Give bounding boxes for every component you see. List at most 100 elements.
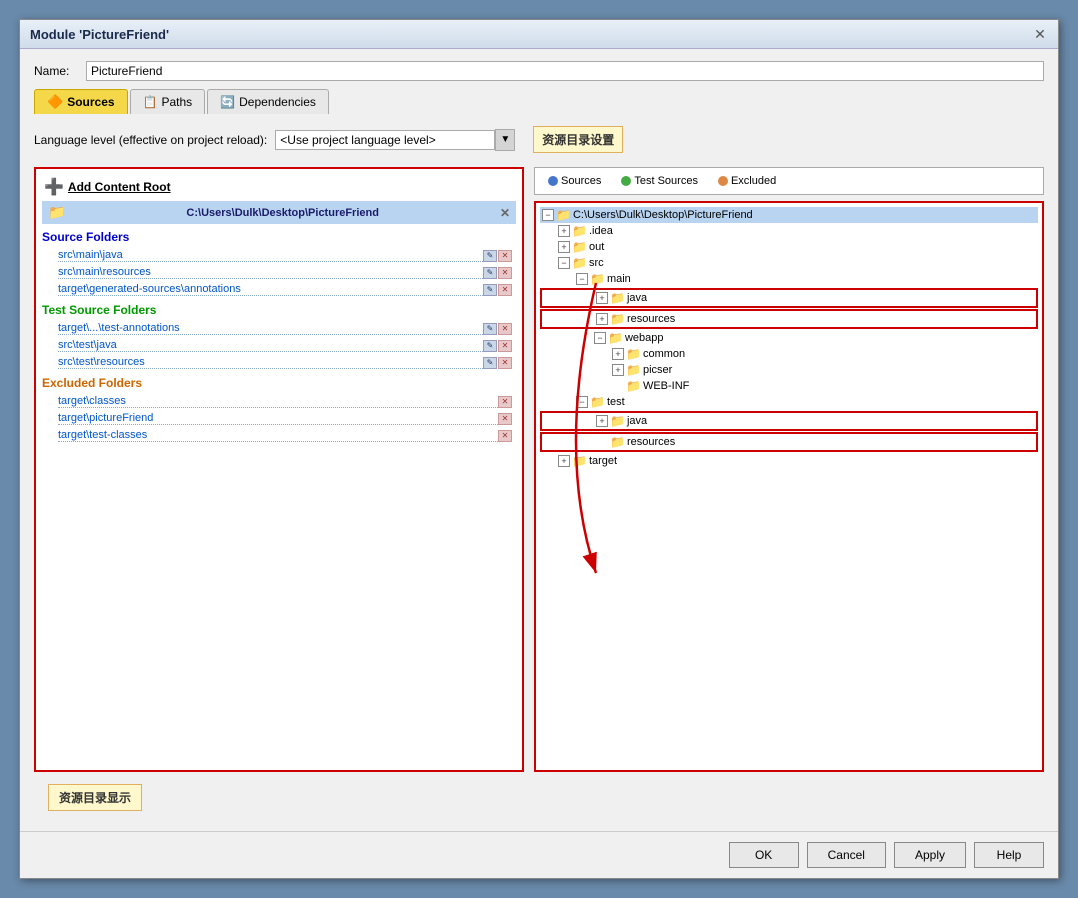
- source-folder-0-remove-icon[interactable]: ✕: [498, 250, 512, 262]
- tree-row[interactable]: 📁 WEB-INF: [540, 378, 1038, 394]
- excluded-folder-1-remove-icon[interactable]: ✕: [498, 413, 512, 425]
- tree-row[interactable]: − 📁 src: [540, 255, 1038, 271]
- tree-row[interactable]: 📁 resources: [540, 432, 1038, 452]
- folder-icon: 📁: [626, 363, 641, 377]
- tree-expand-src[interactable]: −: [558, 257, 570, 269]
- tree-row[interactable]: + 📁 out: [540, 239, 1038, 255]
- tree-expand-target[interactable]: +: [558, 455, 570, 467]
- source-folder-0-icons: ✎ ✕: [483, 250, 512, 262]
- test-folder-2-icons: ✎ ✕: [483, 357, 512, 369]
- tree-expand-test[interactable]: −: [576, 396, 588, 408]
- excluded-folder-0-icons: ✕: [498, 396, 512, 408]
- tree-row[interactable]: − 📁 webapp: [540, 330, 1038, 346]
- tree-label-out: out: [589, 241, 604, 253]
- root-path-text: C:\Users\Dulk\Desktop\PictureFriend: [186, 207, 379, 219]
- close-button[interactable]: ✕: [1032, 26, 1048, 42]
- apply-button[interactable]: Apply: [894, 842, 966, 868]
- test-folder-1: src\test\java: [58, 339, 483, 352]
- folder-icon: 📁: [572, 256, 587, 270]
- tree-row[interactable]: + 📁 java: [540, 288, 1038, 308]
- list-item: target\generated-sources\annotations ✎ ✕: [42, 282, 516, 297]
- tree-row[interactable]: − 📁 main: [540, 271, 1038, 287]
- tree-expand-picser[interactable]: +: [612, 364, 624, 376]
- add-content-root-btn[interactable]: ➕ Add Content Root: [42, 175, 516, 199]
- tab-paths[interactable]: 📋 Paths: [130, 89, 206, 114]
- tree-panel[interactable]: − 📁 C:\Users\Dulk\Desktop\PictureFriend …: [534, 201, 1044, 772]
- name-label: Name:: [34, 64, 78, 78]
- dialog-footer: OK Cancel Apply Help: [20, 831, 1058, 878]
- add-content-root-label: Add Content Root: [68, 180, 171, 194]
- title-bar: Module 'PictureFriend' ✕: [20, 20, 1058, 49]
- tree-row[interactable]: − 📁 C:\Users\Dulk\Desktop\PictureFriend: [540, 207, 1038, 223]
- root-folder-icon: 📁: [48, 204, 65, 221]
- list-item: src\test\resources ✎ ✕: [42, 355, 516, 370]
- tree-row[interactable]: − 📁 test: [540, 394, 1038, 410]
- tree-expand-webapp[interactable]: −: [594, 332, 606, 344]
- tree-label-webapp: webapp: [625, 332, 664, 344]
- source-type-tabs: Sources Test Sources Excluded: [534, 167, 1044, 195]
- source-type-sources-btn[interactable]: Sources: [539, 172, 610, 190]
- tree-row[interactable]: + 📁 picser: [540, 362, 1038, 378]
- source-folder-1-edit-icon[interactable]: ✎: [483, 267, 497, 279]
- source-folder-2: target\generated-sources\annotations: [58, 283, 483, 296]
- source-folder-1-icons: ✎ ✕: [483, 267, 512, 279]
- list-item: target\test-classes ✕: [42, 428, 516, 443]
- folder-icon: 📁: [626, 379, 641, 393]
- source-type-test-label: Test Sources: [634, 175, 698, 187]
- tree-expand-java-src[interactable]: +: [596, 292, 608, 304]
- test-folder-2-edit-icon[interactable]: ✎: [483, 357, 497, 369]
- folder-icon-green: 📁: [610, 435, 625, 449]
- test-folder-0-remove-icon[interactable]: ✕: [498, 323, 512, 335]
- right-panel: Sources Test Sources Excluded −: [534, 167, 1044, 772]
- excluded-folder-2-icons: ✕: [498, 430, 512, 442]
- tree-expand-idea[interactable]: +: [558, 225, 570, 237]
- source-folder-2-edit-icon[interactable]: ✎: [483, 284, 497, 296]
- test-folder-0-edit-icon[interactable]: ✎: [483, 323, 497, 335]
- source-folder-1: src\main\resources: [58, 266, 483, 279]
- name-input[interactable]: [86, 61, 1044, 81]
- add-icon: ➕: [44, 177, 64, 197]
- test-folder-1-edit-icon[interactable]: ✎: [483, 340, 497, 352]
- source-folder-1-remove-icon[interactable]: ✕: [498, 267, 512, 279]
- folder-icon: 📁: [556, 208, 571, 222]
- language-select[interactable]: [275, 130, 495, 150]
- test-sources-dot-icon: [621, 176, 631, 186]
- annotation-right: 资源目录设置: [533, 126, 623, 153]
- excluded-folder-0-remove-icon[interactable]: ✕: [498, 396, 512, 408]
- source-folder-2-remove-icon[interactable]: ✕: [498, 284, 512, 296]
- tree-expand-common[interactable]: +: [612, 348, 624, 360]
- tree-row[interactable]: + 📁 common: [540, 346, 1038, 362]
- dropdown-arrow[interactable]: ▼: [495, 129, 515, 151]
- tree-expand-main[interactable]: −: [576, 273, 588, 285]
- tab-dependencies[interactable]: 🔄 Dependencies: [207, 89, 329, 114]
- tree-expand-root[interactable]: −: [542, 209, 554, 221]
- tree-expand-resources-src[interactable]: +: [596, 313, 608, 325]
- tree-row[interactable]: + 📁 target: [540, 453, 1038, 469]
- excluded-folder-2-remove-icon[interactable]: ✕: [498, 430, 512, 442]
- ok-button[interactable]: OK: [729, 842, 799, 868]
- help-button[interactable]: Help: [974, 842, 1044, 868]
- tab-sources-label: Sources: [67, 95, 114, 109]
- test-folder-2-remove-icon[interactable]: ✕: [498, 357, 512, 369]
- root-path-row: 📁 C:\Users\Dulk\Desktop\PictureFriend ✕: [42, 201, 516, 224]
- tree-expand-out[interactable]: +: [558, 241, 570, 253]
- source-folder-0-edit-icon[interactable]: ✎: [483, 250, 497, 262]
- tree-label-src: src: [589, 257, 604, 269]
- source-type-test-btn[interactable]: Test Sources: [612, 172, 707, 190]
- test-folder-1-remove-icon[interactable]: ✕: [498, 340, 512, 352]
- source-type-excluded-btn[interactable]: Excluded: [709, 172, 785, 190]
- cancel-button[interactable]: Cancel: [807, 842, 886, 868]
- tree-row[interactable]: + 📁 .idea: [540, 223, 1038, 239]
- tree-row[interactable]: + 📁 resources: [540, 309, 1038, 329]
- root-path-close-icon[interactable]: ✕: [500, 206, 510, 220]
- excluded-folder-1: target\pictureFriend: [58, 412, 498, 425]
- tab-sources[interactable]: 🔶 Sources: [34, 89, 128, 114]
- tree-expand-java-test[interactable]: +: [596, 415, 608, 427]
- tabs-row: 🔶 Sources 📋 Paths 🔄 Dependencies: [34, 89, 1044, 114]
- folder-icon: 📁: [590, 272, 605, 286]
- test-folder-0: target\...\test-annotations: [58, 322, 483, 335]
- folder-icon: 📁: [572, 224, 587, 238]
- folder-icon: 📁: [572, 240, 587, 254]
- excluded-dot-icon: [718, 176, 728, 186]
- tree-row[interactable]: + 📁 java: [540, 411, 1038, 431]
